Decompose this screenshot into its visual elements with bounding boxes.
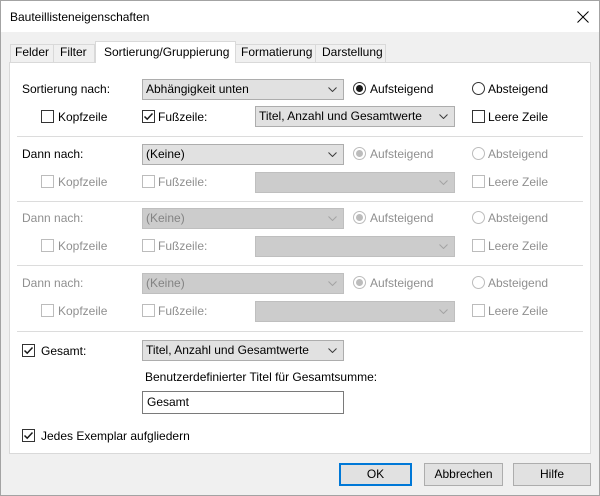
custom-grand-total-title-label: Benutzerdefinierter Titel für Gesamtsumm…	[145, 370, 378, 384]
checkmark-icon	[23, 431, 34, 440]
then-by-2-footer-checkbox[interactable]	[142, 239, 155, 252]
sort-by-footer-select-value: Titel, Anzahl und Gesamtwerte	[259, 109, 422, 123]
group-separator	[17, 265, 583, 266]
custom-grand-total-title-input[interactable]: Gesamt	[142, 391, 344, 414]
then-by-3-footer-select[interactable]	[255, 301, 455, 322]
sort-by-footer-label: Fußzeile:	[158, 110, 208, 124]
then-by-2-label: Dann nach:	[22, 211, 84, 225]
then-by-3-blank-line-checkbox[interactable]	[472, 304, 485, 317]
sort-by-select-value: Abhängigkeit unten	[146, 82, 249, 96]
then-by-3-descending-radio[interactable]	[472, 276, 485, 289]
then-by-2-ascending-radio[interactable]	[353, 211, 366, 224]
checkmark-icon	[23, 346, 34, 355]
then-by-1-blank-line-label: Leere Zeile	[488, 175, 549, 189]
then-by-2-header-label: Kopfzeile	[58, 239, 108, 253]
grand-totals-select-value: Titel, Anzahl und Gesamtwerte	[146, 343, 309, 357]
sort-by-header-checkbox[interactable]	[41, 110, 54, 123]
then-by-3-select[interactable]: (Keine)	[142, 273, 344, 294]
group-separator	[17, 136, 583, 137]
then-by-3-select-value: (Keine)	[146, 276, 185, 290]
group-separator	[17, 201, 583, 202]
chevron-down-icon	[439, 114, 448, 119]
then-by-2-select-value: (Keine)	[146, 211, 185, 225]
group-separator	[17, 331, 583, 332]
then-by-1-blank-line-checkbox[interactable]	[472, 175, 485, 188]
sort-by-ascending-label: Aufsteigend	[370, 82, 434, 96]
grand-totals-checkbox[interactable]	[22, 344, 35, 357]
then-by-1-descending-radio[interactable]	[472, 147, 485, 160]
sort-by-blank-line-checkbox[interactable]	[472, 110, 485, 123]
chevron-down-icon	[328, 87, 337, 92]
then-by-2-footer-label: Fußzeile:	[158, 239, 208, 253]
sort-by-footer-checkbox[interactable]	[142, 110, 155, 123]
then-by-3-ascending-radio[interactable]	[353, 276, 366, 289]
then-by-1-select[interactable]: (Keine)	[142, 144, 344, 165]
then-by-2-footer-select[interactable]	[255, 236, 455, 257]
sorting-grouping-content: Sortierung nach: Abhängigkeit unten Aufs…	[0, 0, 600, 496]
sort-by-header-label: Kopfzeile	[58, 110, 108, 124]
sort-by-footer-select[interactable]: Titel, Anzahl und Gesamtwerte	[255, 106, 455, 127]
then-by-3-footer-label: Fußzeile:	[158, 304, 208, 318]
cancel-button[interactable]: Abbrechen	[424, 463, 503, 486]
help-button[interactable]: Hilfe	[513, 463, 591, 486]
then-by-3-ascending-label: Aufsteigend	[370, 276, 434, 290]
then-by-2-ascending-label: Aufsteigend	[370, 211, 434, 225]
grand-totals-label: Gesamt:	[41, 344, 87, 358]
custom-grand-total-title-value: Gesamt	[147, 395, 190, 409]
checkmark-icon	[143, 112, 154, 121]
then-by-2-descending-label: Absteigend	[488, 211, 549, 225]
then-by-1-ascending-label: Aufsteigend	[370, 147, 434, 161]
then-by-1-footer-checkbox[interactable]	[142, 175, 155, 188]
itemize-every-instance-label: Jedes Exemplar aufgliedern	[41, 429, 190, 443]
grand-totals-select[interactable]: Titel, Anzahl und Gesamtwerte	[142, 340, 344, 361]
then-by-1-footer-label: Fußzeile:	[158, 175, 208, 189]
then-by-3-blank-line-label: Leere Zeile	[488, 304, 549, 318]
then-by-1-footer-select[interactable]	[255, 172, 455, 193]
then-by-3-header-label: Kopfzeile	[58, 304, 108, 318]
then-by-3-descending-label: Absteigend	[488, 276, 549, 290]
sort-by-ascending-radio[interactable]	[353, 82, 366, 95]
then-by-1-ascending-radio[interactable]	[353, 147, 366, 160]
chevron-down-icon	[439, 244, 448, 249]
then-by-1-label: Dann nach:	[22, 147, 84, 161]
then-by-3-label: Dann nach:	[22, 276, 84, 290]
then-by-2-blank-line-label: Leere Zeile	[488, 239, 549, 253]
chevron-down-icon	[328, 152, 337, 157]
then-by-1-header-checkbox[interactable]	[41, 175, 54, 188]
chevron-down-icon	[439, 309, 448, 314]
then-by-2-header-checkbox[interactable]	[41, 239, 54, 252]
then-by-1-select-value: (Keine)	[146, 147, 185, 161]
then-by-2-select[interactable]: (Keine)	[142, 208, 344, 229]
sort-by-blank-line-label: Leere Zeile	[488, 110, 549, 124]
then-by-3-footer-checkbox[interactable]	[142, 304, 155, 317]
sort-by-descending-label: Absteigend	[488, 82, 549, 96]
ok-button[interactable]: OK	[339, 463, 412, 486]
chevron-down-icon	[328, 281, 337, 286]
sort-by-select[interactable]: Abhängigkeit unten	[142, 79, 344, 100]
then-by-3-header-checkbox[interactable]	[41, 304, 54, 317]
sort-by-descending-radio[interactable]	[472, 82, 485, 95]
chevron-down-icon	[328, 216, 337, 221]
chevron-down-icon	[328, 348, 337, 353]
then-by-2-descending-radio[interactable]	[472, 211, 485, 224]
sort-by-label: Sortierung nach:	[22, 82, 111, 96]
itemize-every-instance-checkbox[interactable]	[22, 429, 35, 442]
then-by-1-header-label: Kopfzeile	[58, 175, 108, 189]
then-by-1-descending-label: Absteigend	[488, 147, 549, 161]
then-by-2-blank-line-checkbox[interactable]	[472, 239, 485, 252]
chevron-down-icon	[439, 180, 448, 185]
